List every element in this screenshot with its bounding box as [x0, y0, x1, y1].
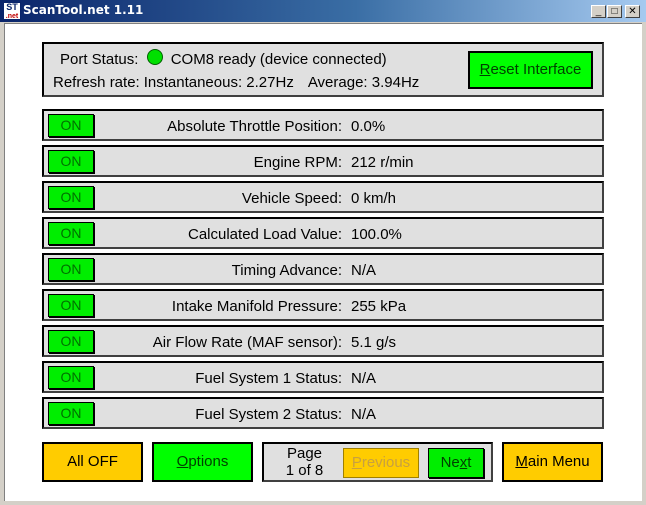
sensor-toggle-button[interactable]: ON — [48, 366, 94, 389]
sensor-label: Timing Advance: — [231, 262, 342, 279]
sensor-toggle-button[interactable]: ON — [48, 222, 94, 245]
close-icon: ✕ — [628, 6, 637, 17]
options-button[interactable]: Options — [152, 442, 253, 482]
sensor-label: Calculated Load Value: — [188, 226, 342, 243]
sensor-value: 0 km/h — [351, 190, 397, 207]
previous-label: revious — [361, 454, 411, 471]
title-bar[interactable]: ST .net ScanTool.net 1.11 _ □ ✕ — [0, 0, 646, 22]
app-window: ST .net ScanTool.net 1.11 _ □ ✕ Port Stat… — [0, 0, 646, 505]
page-indicator: Page 1 of 8 — [272, 445, 337, 479]
sensor-row: ON Intake Manifold Pressure: 255 kPa — [42, 289, 604, 321]
sensor-toggle-button[interactable]: ON — [48, 186, 94, 209]
minimize-button[interactable]: _ — [591, 5, 606, 18]
sensor-value: 212 r/min — [351, 154, 414, 171]
options-accel: O — [176, 453, 189, 470]
sensor-label: Air Flow Rate (MAF sensor): — [152, 334, 342, 351]
port-status-text: COM8 ready (device connected) — [170, 51, 387, 68]
sensor-row: ON Timing Advance: N/A — [42, 253, 604, 285]
previous-accel: P — [351, 454, 362, 471]
sensor-value: 255 kPa — [351, 298, 407, 315]
main-menu-accel: M — [515, 453, 528, 470]
sensor-row: ON Vehicle Speed: 0 km/h — [42, 181, 604, 213]
page-label: Page — [286, 445, 323, 462]
previous-button[interactable]: Previous — [343, 448, 419, 478]
port-status-label: Port Status: — [60, 51, 139, 68]
scantool-logo-icon: ST .net — [3, 2, 21, 20]
all-off-button[interactable]: All OFF — [42, 442, 143, 482]
sensor-label: Absolute Throttle Position: — [167, 118, 342, 135]
next-button[interactable]: Next — [428, 448, 484, 478]
sensor-toggle-button[interactable]: ON — [48, 258, 94, 281]
sensor-value: 100.0% — [351, 226, 402, 243]
sensor-value: 5.1 g/s — [351, 334, 397, 351]
sensor-row: ON Air Flow Rate (MAF sensor): 5.1 g/s — [42, 325, 604, 357]
maximize-button[interactable]: □ — [607, 5, 622, 18]
reset-accel: R — [479, 61, 491, 78]
sensor-value: N/A — [351, 262, 377, 279]
page-navigator: Page 1 of 8 Previous Next — [262, 442, 493, 482]
sensor-label: Engine RPM: — [253, 154, 342, 171]
port-status-indicator-icon — [146, 49, 163, 65]
sensor-value: 0.0% — [351, 118, 386, 135]
sensor-row: ON Fuel System 2 Status: N/A — [42, 397, 604, 429]
options-label: ptions — [188, 453, 229, 470]
window-title: ScanTool.net 1.11 — [23, 3, 144, 17]
sensor-label: Vehicle Speed: — [241, 190, 342, 207]
reset-interface-button[interactable]: Reset Interface — [468, 51, 593, 89]
sensor-row: ON Fuel System 1 Status: N/A — [42, 361, 604, 393]
refresh-instantaneous: Instantaneous: 2.27Hz — [143, 74, 294, 91]
sensor-toggle-button[interactable]: ON — [48, 150, 94, 173]
refresh-rate: Refresh rate: Instantaneous: 2.27Hz Averag… — [53, 74, 429, 91]
port-status: Port Status: COM8 ready (device connecte… — [60, 49, 387, 68]
next-label-rest: t — [467, 454, 472, 471]
refresh-average: Average: 3.94Hz — [307, 74, 420, 91]
maximize-icon: □ — [611, 6, 618, 17]
main-menu-label: ain Menu — [527, 453, 590, 470]
status-panel: Port Status: COM8 ready (device connecte… — [42, 42, 604, 97]
sensor-toggle-button[interactable]: ON — [48, 294, 94, 317]
minimize-icon: _ — [595, 6, 602, 17]
sensor-value: N/A — [351, 406, 377, 423]
main-menu-button[interactable]: Main Menu — [502, 442, 603, 482]
close-button[interactable]: ✕ — [625, 5, 640, 18]
sensor-toggle-button[interactable]: ON — [48, 330, 94, 353]
next-label-pre: Ne — [440, 454, 460, 471]
sensor-row: ON Calculated Load Value: 100.0% — [42, 217, 604, 249]
sensor-label: Fuel System 1 Status: — [195, 370, 342, 387]
sensor-toggle-button[interactable]: ON — [48, 114, 94, 137]
sensor-label: Fuel System 2 Status: — [195, 406, 342, 423]
reset-label: eset Interface — [490, 61, 582, 78]
page-count: 1 of 8 — [285, 462, 324, 479]
sensor-row: ON Absolute Throttle Position: 0.0% — [42, 109, 604, 141]
sensor-row: ON Engine RPM: 212 r/min — [42, 145, 604, 177]
refresh-rate-label: Refresh rate: — [53, 74, 140, 91]
sensor-value: N/A — [351, 370, 377, 387]
sensor-label: Intake Manifold Pressure: — [171, 298, 342, 315]
sensor-toggle-button[interactable]: ON — [48, 402, 94, 425]
